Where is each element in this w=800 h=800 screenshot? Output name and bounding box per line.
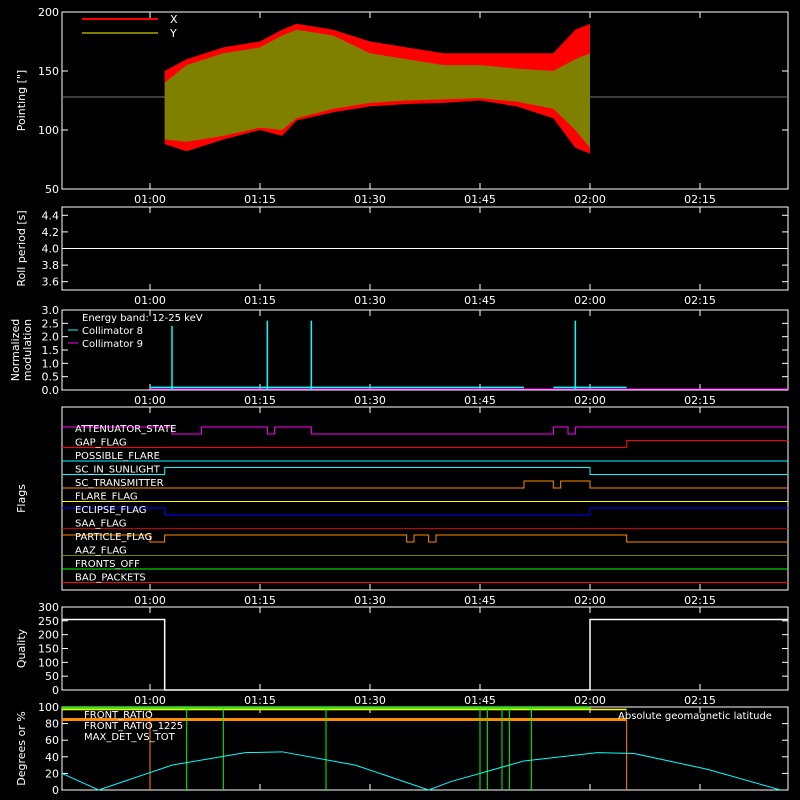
pointing-ytick-label: 200 — [38, 6, 59, 19]
x-tick-label: 02:15 — [684, 594, 716, 607]
x-tick-label: 01:30 — [354, 594, 386, 607]
quality-ytick-label: 250 — [38, 615, 59, 628]
x-tick-label: 02:00 — [574, 294, 606, 307]
x-tick-label: 01:45 — [464, 694, 496, 707]
x-tick-label: 01:00 — [134, 294, 166, 307]
flag-label-aaz_flag: AAZ_FLAG — [75, 546, 127, 557]
pointing-ytick-label: 100 — [38, 124, 59, 137]
quality-line — [62, 618, 788, 691]
x-tick-label: 01:15 — [244, 594, 276, 607]
flag-label-eclipse_flag: ECLIPSE_FLAG — [75, 505, 146, 516]
ratios-ytick-label: 60 — [45, 734, 59, 747]
quality-ytick-label: 0 — [52, 684, 59, 697]
modulation-legend-c9: Collimator 9 — [82, 339, 143, 350]
ratios-legend-front-ratio-1225: FRONT_RATIO_1225 — [84, 721, 183, 732]
flag-trace-sc_transmitter — [62, 480, 788, 489]
x-tick-label: 01:30 — [354, 193, 386, 206]
x-tick-label: 02:00 — [574, 694, 606, 707]
quality-ytick-label: 50 — [45, 670, 59, 683]
x-tick-label: 01:15 — [244, 694, 276, 707]
modulation-ytick-label: 1.0 — [42, 357, 60, 370]
pointing-ytick-label: 150 — [38, 65, 59, 78]
x-tick-label: 01:45 — [464, 594, 496, 607]
roll-ytick-label: 4.2 — [42, 226, 60, 239]
roll-ylabel: Roll period [s] — [15, 210, 28, 286]
legend-x-label: X — [170, 13, 178, 26]
flag-label-bad_packets: BAD_PACKETS — [75, 573, 146, 584]
x-tick-label: 01:45 — [464, 193, 496, 206]
x-tick-label: 01:15 — [244, 193, 276, 206]
ratios-ylabel: Degrees or % — [15, 711, 28, 785]
x-tick-label: 01:30 — [354, 294, 386, 307]
quality-ytick-label: 100 — [38, 656, 59, 669]
x-tick-label: 01:00 — [134, 193, 166, 206]
x-tick-label: 01:45 — [464, 294, 496, 307]
x-tick-label: 01:00 — [134, 394, 166, 407]
x-tick-label: 01:30 — [354, 694, 386, 707]
quality-ytick-label: 300 — [38, 601, 59, 614]
x-tick-label: 01:15 — [244, 294, 276, 307]
flag-label-attenuator_state: ATTENUATOR_STATE — [75, 424, 176, 435]
flag-label-flare_flag: FLARE_FLAG — [75, 492, 138, 503]
ratios-ytick-label: 40 — [45, 751, 59, 764]
flags-ylabel: Flags — [15, 484, 28, 513]
x-tick-label: 02:15 — [684, 193, 716, 206]
flag-trace-eclipse_flag — [62, 507, 788, 516]
modulation-ytick-label: 2.0 — [42, 331, 60, 344]
ratios-ytick-label: 20 — [45, 767, 59, 780]
roll-ytick-label: 4.0 — [42, 243, 60, 256]
modulation-ytick-label: 3.0 — [42, 304, 60, 317]
pointing-ylabel: Pointing ["] — [15, 70, 28, 131]
flag-trace-sc_in_sunlight — [62, 467, 788, 475]
x-tick-label: 02:15 — [684, 294, 716, 307]
ratios-legend-latitude: Absolute geomagnetic latitude — [618, 711, 772, 722]
flag-label-sc_transmitter: SC_TRANSMITTER — [75, 478, 164, 489]
modulation-ytick-label: 0.5 — [42, 371, 60, 384]
ratios-ytick-label: 0 — [52, 784, 59, 797]
geomagnetic-latitude-line — [61, 751, 781, 791]
flag-trace-particle_flag — [62, 534, 788, 543]
flag-label-possible_flare: POSSIBLE_FLARE — [75, 451, 160, 462]
flag-label-fronts_off: FRONTS_OFF — [75, 559, 140, 570]
quality-ylabel: Quality — [15, 628, 28, 668]
ratios-legend-front-ratio: FRONT_RATIO — [84, 710, 153, 721]
roll-ytick-label: 4.4 — [42, 209, 60, 222]
x-tick-label: 01:00 — [134, 594, 166, 607]
ratios-ytick-label: 100 — [38, 701, 59, 714]
roll-ytick-label: 3.8 — [42, 259, 60, 272]
ratios-legend-max-det: MAX_DET_VS_TOT — [84, 732, 176, 743]
flag-trace-gap_flag — [62, 440, 788, 448]
x-tick-label: 02:00 — [574, 193, 606, 206]
rhessi-quicklook-chart: 5010015020001:00 01:15 01:30 01:45 02:00 02:1… — [9, 6, 789, 797]
modulation-ytick-label: 2.5 — [42, 317, 60, 330]
x-tick-label: 01:00 — [134, 694, 166, 707]
x-tick-label: 02:15 — [684, 394, 716, 407]
x-tick-label: 01:30 — [354, 394, 386, 407]
x-tick-label: 01:45 — [464, 394, 496, 407]
quality-ytick-label: 150 — [38, 643, 59, 656]
roll-ytick-label: 3.6 — [42, 276, 60, 289]
legend-y-label: Y — [169, 27, 177, 40]
x-tick-label: 01:15 — [244, 394, 276, 407]
pointing-ytick-label: 50 — [45, 183, 59, 196]
modulation-ytick-label: 0.0 — [42, 384, 60, 397]
modulation-ytick-label: 1.5 — [42, 344, 60, 357]
modulation-legend-energy: Energy band: 12-25 keV — [82, 313, 203, 324]
flag-label-particle_flag: PARTICLE_FLAG — [75, 532, 152, 543]
x-tick-label: 02:00 — [574, 394, 606, 407]
modulation-ylabel: modulation — [21, 319, 34, 381]
quality-ytick-label: 200 — [38, 629, 59, 642]
x-tick-label: 02:00 — [574, 594, 606, 607]
ratios-ytick-label: 80 — [45, 718, 59, 731]
x-tick-label: 02:15 — [684, 694, 716, 707]
flag-label-gap_flag: GAP_FLAG — [75, 438, 127, 449]
modulation-legend-c8: Collimator 8 — [82, 326, 143, 337]
flag-label-saa_flag: SAA_FLAG — [75, 519, 126, 530]
flag-label-sc_in_sunlight: SC_IN_SUNLIGHT — [75, 465, 161, 476]
